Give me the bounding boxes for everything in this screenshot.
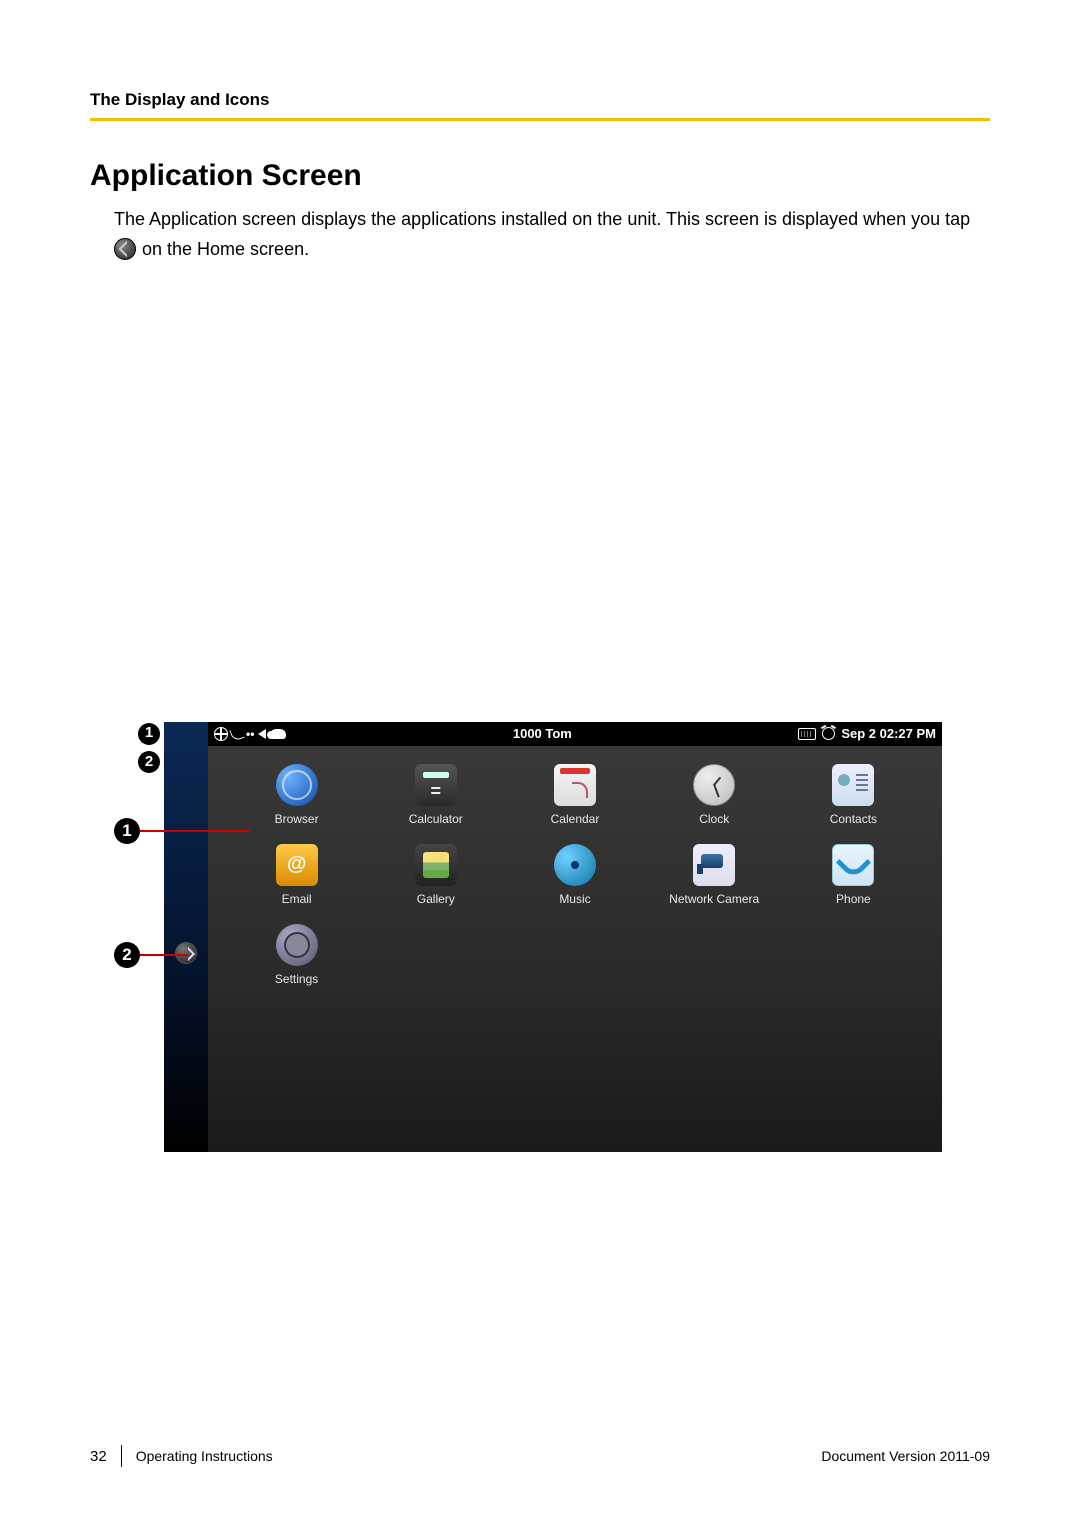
status-bar-left: •• [214,727,286,741]
device-screenshot: •• 1000 Tom Sep 2 02:27 PM Browser [164,722,942,1152]
app-label: Settings [275,972,318,986]
screenshot-container: 1 2 •• 1000 Tom [114,722,942,775]
footer-version: Document Version 2011-09 [821,1448,990,1464]
app-email[interactable]: Email [232,844,361,906]
contacts-icon [832,764,874,806]
app-clock[interactable]: Clock [650,764,779,826]
clock-icon [693,764,735,806]
apps-icon [114,238,136,260]
home-screen-sliver [164,722,208,1152]
settings-icon [276,924,318,966]
app-settings[interactable]: Settings [232,924,361,986]
application-area: •• 1000 Tom Sep 2 02:27 PM Browser [208,722,942,1152]
status-bar-datetime: Sep 2 02:27 PM [841,726,936,741]
alarm-icon [822,727,835,740]
app-label: Calendar [551,812,600,826]
app-label: Contacts [830,812,877,826]
callout-2: 2 [114,942,188,968]
header-rule [90,118,990,121]
app-browser[interactable]: Browser [232,764,361,826]
app-gallery[interactable]: Gallery [371,844,500,906]
page-title: Application Screen [90,159,990,193]
callout-1-number: 1 [114,818,140,844]
browser-icon [276,764,318,806]
callout-2-line [140,954,188,956]
app-label: Browser [275,812,319,826]
calculator-icon [415,764,457,806]
arrow-icon [258,729,266,739]
callout-1-line [140,830,250,832]
intro-line1: The Application screen displays the appl… [114,207,990,231]
gallery-icon [415,844,457,886]
app-label: Music [559,892,590,906]
page-number: 32 [90,1448,121,1465]
legend-2-number: 2 [138,751,160,773]
footer-divider [121,1445,122,1467]
phone-icon [832,844,874,886]
app-label: Network Camera [669,892,759,906]
app-label: Gallery [417,892,455,906]
app-network-camera[interactable]: Network Camera [650,844,779,906]
status-dots-icon: •• [246,727,254,741]
phone-status-icon [229,726,244,741]
intro-line2: on the Home screen. [114,237,990,261]
section-header: The Display and Icons [90,90,990,118]
app-label: Phone [836,892,871,906]
music-icon [554,844,596,886]
app-calendar[interactable]: Calendar [510,764,639,826]
cloud-icon [270,729,286,739]
app-label: Clock [699,812,729,826]
status-bar-right: Sep 2 02:27 PM [798,726,936,741]
status-bar: •• 1000 Tom Sep 2 02:27 PM [208,722,942,746]
footer-title: Operating Instructions [136,1448,822,1464]
callout-2-number: 2 [114,942,140,968]
app-calculator[interactable]: Calculator [371,764,500,826]
network-camera-icon [693,844,735,886]
legend-1-number: 1 [138,723,160,745]
app-phone[interactable]: Phone [789,844,918,906]
keyboard-icon [798,728,816,740]
app-music[interactable]: Music [510,844,639,906]
page-footer: 32 Operating Instructions Document Versi… [90,1445,990,1467]
app-contacts[interactable]: Contacts [789,764,918,826]
intro-line2-text: on the Home screen. [142,237,309,261]
globe-icon [214,727,228,741]
callout-1: 1 [114,818,250,844]
app-label: Email [282,892,312,906]
app-grid: Browser Calculator Calendar Clock [208,746,942,1004]
email-icon [276,844,318,886]
status-bar-center: 1000 Tom [292,726,792,741]
app-label: Calculator [409,812,463,826]
calendar-icon [554,764,596,806]
